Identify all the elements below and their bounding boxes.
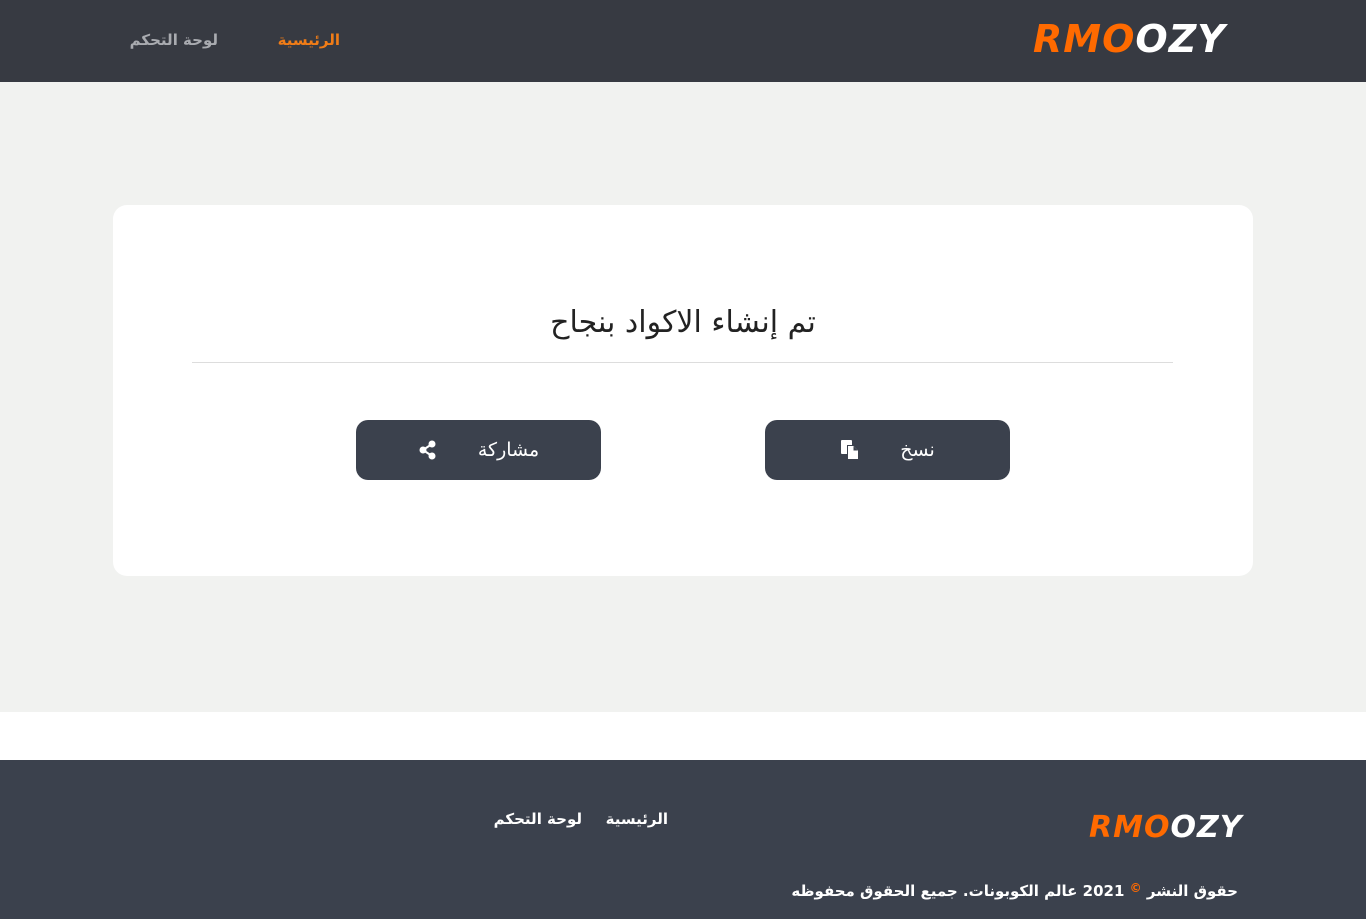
footer-home-link[interactable]: الرئيسية xyxy=(606,810,668,828)
footer-brand-logo[interactable]: RMOOZY xyxy=(1089,808,1242,848)
copyright-symbol: © xyxy=(1129,881,1142,895)
footer: RMOOZY الرئيسية لوحة التحكم حقوق النشر ©… xyxy=(0,760,1366,919)
title-divider xyxy=(192,362,1173,363)
footer-logo-part-orange: RMO xyxy=(1089,810,1171,845)
success-title: تم إنشاء الاكواد بنجاح xyxy=(550,305,816,340)
copyright-text: حقوق النشر © 2021 عالم الكوبونات. جميع ا… xyxy=(791,881,1238,900)
share-button-label: مشاركة xyxy=(477,439,540,461)
success-card: تم إنشاء الاكواد بنجاح نسخ مشاركة xyxy=(113,205,1253,576)
share-icon xyxy=(418,440,438,460)
copy-button-label: نسخ xyxy=(900,439,935,461)
footer-logo-part-white: OZY xyxy=(1170,810,1243,845)
footer-dashboard-link[interactable]: لوحة التحكم xyxy=(494,810,582,828)
copyright-rest: 2021 عالم الكوبونات. جميع الحقوق محفوظه xyxy=(791,882,1125,900)
nav-dashboard-link[interactable]: لوحة التحكم xyxy=(130,31,218,49)
copy-button[interactable]: نسخ xyxy=(765,420,1010,480)
copyright-prefix: حقوق النشر xyxy=(1146,882,1238,900)
nav-home-link[interactable]: الرئيسية xyxy=(278,31,340,49)
footer-spacer xyxy=(0,712,1366,760)
top-navbar: RMOOZY الرئيسية لوحة التحكم xyxy=(0,0,1366,82)
logo-part-white: OZY xyxy=(1135,17,1226,61)
logo-part-orange: RMO xyxy=(1033,17,1136,61)
copy-icon xyxy=(840,439,860,461)
brand-logo[interactable]: RMOOZY xyxy=(1033,14,1226,64)
share-button[interactable]: مشاركة xyxy=(356,420,601,480)
